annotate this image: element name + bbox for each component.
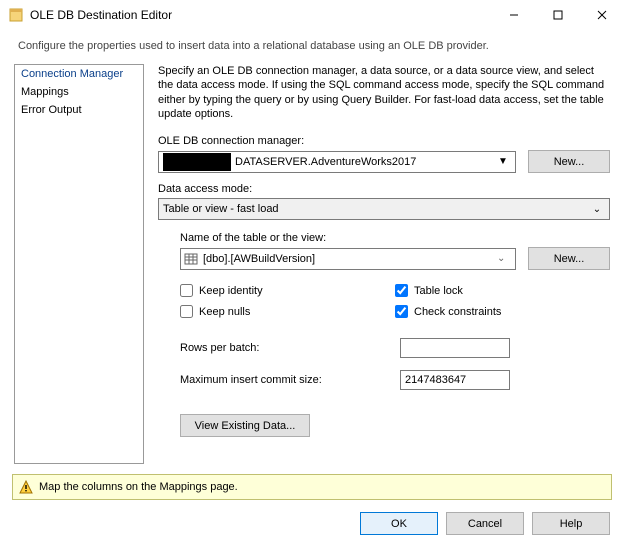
warning-text: Map the columns on the Mappings page. <box>39 481 238 493</box>
sidebar-item-connection-manager[interactable]: Connection Manager <box>15 65 143 83</box>
table-name-value: [dbo].[AWBuildVersion] <box>203 253 497 265</box>
chevron-down-icon: ▼ <box>495 156 511 167</box>
access-mode-dropdown[interactable]: Table or view - fast load ⌄ <box>158 198 610 220</box>
warning-icon <box>19 480 33 494</box>
chevron-down-icon: ⌄ <box>497 253 513 264</box>
connection-manager-dropdown[interactable]: DATASERVER.AdventureWorks2017 ▼ <box>158 151 516 173</box>
maximize-button[interactable] <box>536 0 580 30</box>
view-existing-data-button[interactable]: View Existing Data... <box>180 414 310 437</box>
titlebar: OLE DB Destination Editor <box>0 0 624 30</box>
access-mode-value: Table or view - fast load <box>163 203 589 215</box>
connection-manager-value: DATASERVER.AdventureWorks2017 <box>235 156 495 168</box>
cancel-button[interactable]: Cancel <box>446 512 524 535</box>
window-subtitle: Configure the properties used to insert … <box>0 30 624 64</box>
minimize-button[interactable] <box>492 0 536 30</box>
chevron-down-icon: ⌄ <box>589 204 605 215</box>
sidebar-item-mappings[interactable]: Mappings <box>15 83 143 101</box>
max-commit-label: Maximum insert commit size: <box>180 374 400 386</box>
access-mode-label: Data access mode: <box>158 183 610 195</box>
table-name-label: Name of the table or the view: <box>180 232 610 244</box>
app-icon <box>8 7 24 23</box>
new-table-button[interactable]: New... <box>528 247 610 270</box>
sidebar-item-error-output[interactable]: Error Output <box>15 101 143 119</box>
check-constraints-checkbox[interactable]: Check constraints <box>395 305 610 318</box>
redacted-block <box>163 153 231 171</box>
keep-nulls-checkbox[interactable]: Keep nulls <box>180 305 395 318</box>
warning-bar: Map the columns on the Mappings page. <box>12 474 612 500</box>
help-button[interactable]: Help <box>532 512 610 535</box>
connection-label: OLE DB connection manager: <box>158 135 610 147</box>
table-name-dropdown[interactable]: [dbo].[AWBuildVersion] ⌄ <box>180 248 516 270</box>
table-lock-checkbox[interactable]: Table lock <box>395 284 610 297</box>
rows-per-batch-label: Rows per batch: <box>180 342 400 354</box>
ok-button[interactable]: OK <box>360 512 438 535</box>
keep-identity-checkbox[interactable]: Keep identity <box>180 284 395 297</box>
rows-per-batch-input[interactable] <box>400 338 510 358</box>
table-icon <box>183 252 199 266</box>
max-commit-input[interactable] <box>400 370 510 390</box>
new-connection-button[interactable]: New... <box>528 150 610 173</box>
close-button[interactable] <box>580 0 624 30</box>
page-list: Connection Manager Mappings Error Output <box>14 64 144 464</box>
page-description: Specify an OLE DB connection manager, a … <box>158 64 610 121</box>
window-title: OLE DB Destination Editor <box>30 8 492 22</box>
